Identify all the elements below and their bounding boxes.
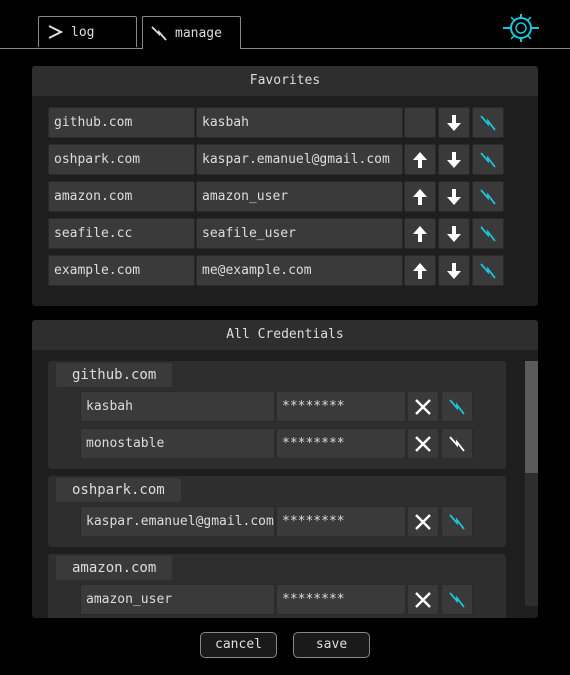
move-down-button[interactable] [438, 255, 470, 286]
close-icon [414, 513, 432, 531]
favorite-login: me@example.com [196, 255, 403, 286]
credential-group: amazon.com amazon_user ******** [48, 554, 506, 618]
bolt-icon [448, 435, 466, 453]
close-icon [414, 591, 432, 609]
move-down-button[interactable] [438, 144, 470, 175]
favorite-site: amazon.com [48, 181, 195, 212]
arrow-down-icon [446, 262, 462, 280]
arrow-up-icon [412, 151, 428, 169]
close-icon [414, 435, 432, 453]
bolt-icon [479, 188, 497, 206]
favorite-toggle-button[interactable] [441, 584, 473, 615]
favorite-toggle-button[interactable] [441, 506, 473, 537]
arrow-down-icon [446, 114, 462, 132]
credentials-title: All Credentials [32, 320, 538, 350]
favorite-toggle-button[interactable] [441, 428, 473, 459]
tab-log-label: log [71, 24, 95, 40]
tab-bar: log manage [0, 0, 570, 49]
tab-manage-label: manage [175, 25, 222, 41]
credential-group-title: amazon.com [56, 556, 173, 580]
bolt-icon [479, 262, 497, 280]
bolt-icon [448, 513, 466, 531]
favorite-toggle-button[interactable] [472, 181, 504, 212]
move-up-button[interactable] [404, 255, 436, 286]
tab-manage[interactable]: manage [142, 16, 241, 49]
favorites-panel: Favorites github.com kasbah oshpark.com kas… [32, 66, 538, 306]
credential-password: ******** [276, 506, 406, 537]
credential-login: monostable [80, 428, 275, 459]
favorite-login: amazon_user [196, 181, 403, 212]
bolt-icon [479, 114, 497, 132]
credential-password: ******** [276, 428, 406, 459]
favorite-login: kaspar.emanuel@gmail.com [196, 144, 403, 175]
delete-credential-button[interactable] [407, 428, 439, 459]
move-up-button[interactable] [404, 181, 436, 212]
move-up-button[interactable] [404, 144, 436, 175]
favorite-site: example.com [48, 255, 195, 286]
favorite-login: kasbah [196, 107, 403, 138]
credential-group: oshpark.com kaspar.emanuel@gmail.com *****… [48, 476, 506, 547]
favorite-login: seafile_user [196, 218, 403, 249]
bolt-icon [448, 398, 466, 416]
delete-credential-button[interactable] [407, 391, 439, 422]
arrow-up-icon [412, 188, 428, 206]
credential-login: amazon_user [80, 584, 275, 615]
favorite-toggle-button[interactable] [472, 144, 504, 175]
favorite-site: seafile.cc [48, 218, 195, 249]
save-button[interactable]: save [293, 632, 370, 658]
scrollbar[interactable] [525, 361, 538, 606]
bolt-icon [448, 591, 466, 609]
favorite-toggle-button[interactable] [472, 255, 504, 286]
arrow-down-icon [446, 151, 462, 169]
arrow-up-icon [412, 262, 428, 280]
bolt-icon [479, 225, 497, 243]
bolt-icon [479, 151, 497, 169]
arrow-down-icon [446, 225, 462, 243]
move-down-button[interactable] [438, 218, 470, 249]
arrow-up-icon [412, 225, 428, 243]
favorites-title: Favorites [32, 66, 538, 96]
move-down-button[interactable] [438, 181, 470, 212]
delete-credential-button[interactable] [407, 506, 439, 537]
delete-credential-button[interactable] [407, 584, 439, 615]
credential-group-title: oshpark.com [56, 478, 181, 502]
logo-icon [503, 12, 539, 44]
favorite-toggle-button[interactable] [441, 391, 473, 422]
bolt-icon [151, 25, 167, 41]
arrow-down-icon [446, 188, 462, 206]
favorite-toggle-button[interactable] [472, 107, 504, 138]
favorite-site: github.com [48, 107, 195, 138]
move-up-placeholder [404, 107, 436, 138]
move-up-button[interactable] [404, 218, 436, 249]
scrollbar-thumb[interactable] [525, 361, 538, 473]
cancel-button[interactable]: cancel [200, 632, 277, 658]
move-down-button[interactable] [438, 107, 470, 138]
close-icon [414, 398, 432, 416]
credentials-panel: All Credentials github.com kasbah ********… [32, 320, 538, 618]
credential-password: ******** [276, 391, 406, 422]
prompt-icon [47, 24, 63, 40]
credential-login: kasbah [80, 391, 275, 422]
favorite-toggle-button[interactable] [472, 218, 504, 249]
credential-password: ******** [276, 584, 406, 615]
favorite-site: oshpark.com [48, 144, 195, 175]
tab-log[interactable]: log [38, 16, 137, 47]
credential-login: kaspar.emanuel@gmail.com [80, 506, 275, 537]
credential-group-title: github.com [56, 363, 173, 387]
credential-group: github.com kasbah ******** monostable ******… [48, 361, 506, 469]
